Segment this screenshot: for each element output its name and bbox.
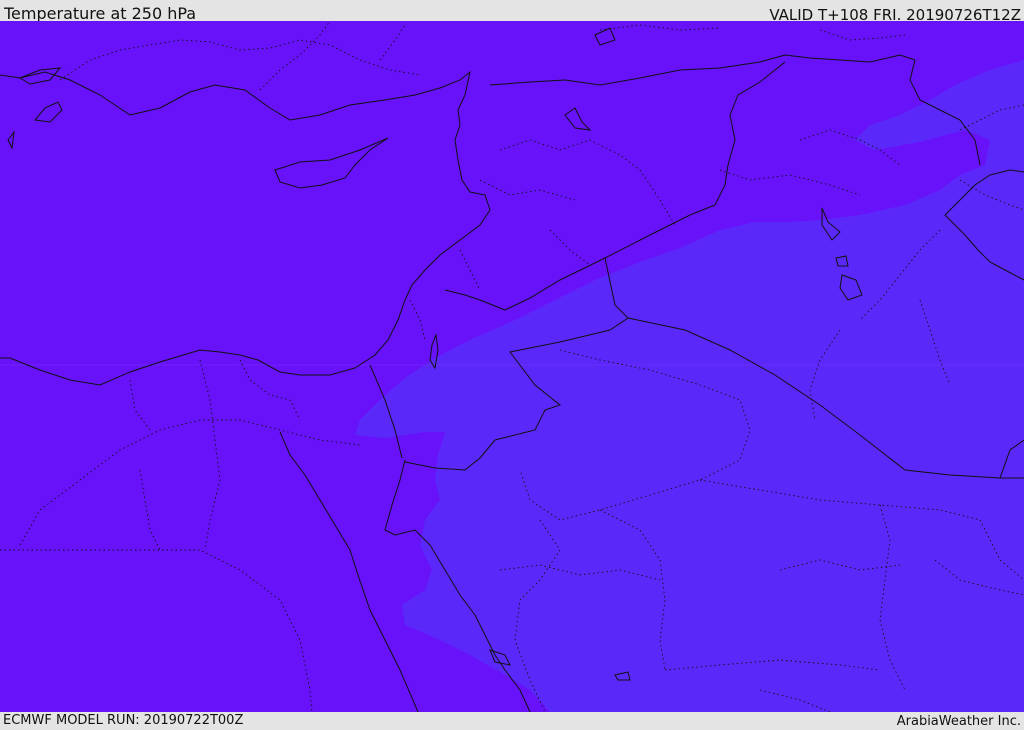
temperature-map[interactable] — [0, 21, 1024, 712]
footer-bar: ECMWF MODEL RUN: 20190722T00Z ArabiaWeat… — [0, 712, 1024, 729]
map-canvas — [0, 21, 1024, 712]
header-bar: Temperature at 250 hPa VALID T+108 FRI. … — [0, 0, 1024, 24]
credit-label: ArabiaWeather Inc. — [896, 714, 1021, 729]
model-run-label: ECMWF MODEL RUN: 20190722T00Z — [3, 713, 244, 728]
